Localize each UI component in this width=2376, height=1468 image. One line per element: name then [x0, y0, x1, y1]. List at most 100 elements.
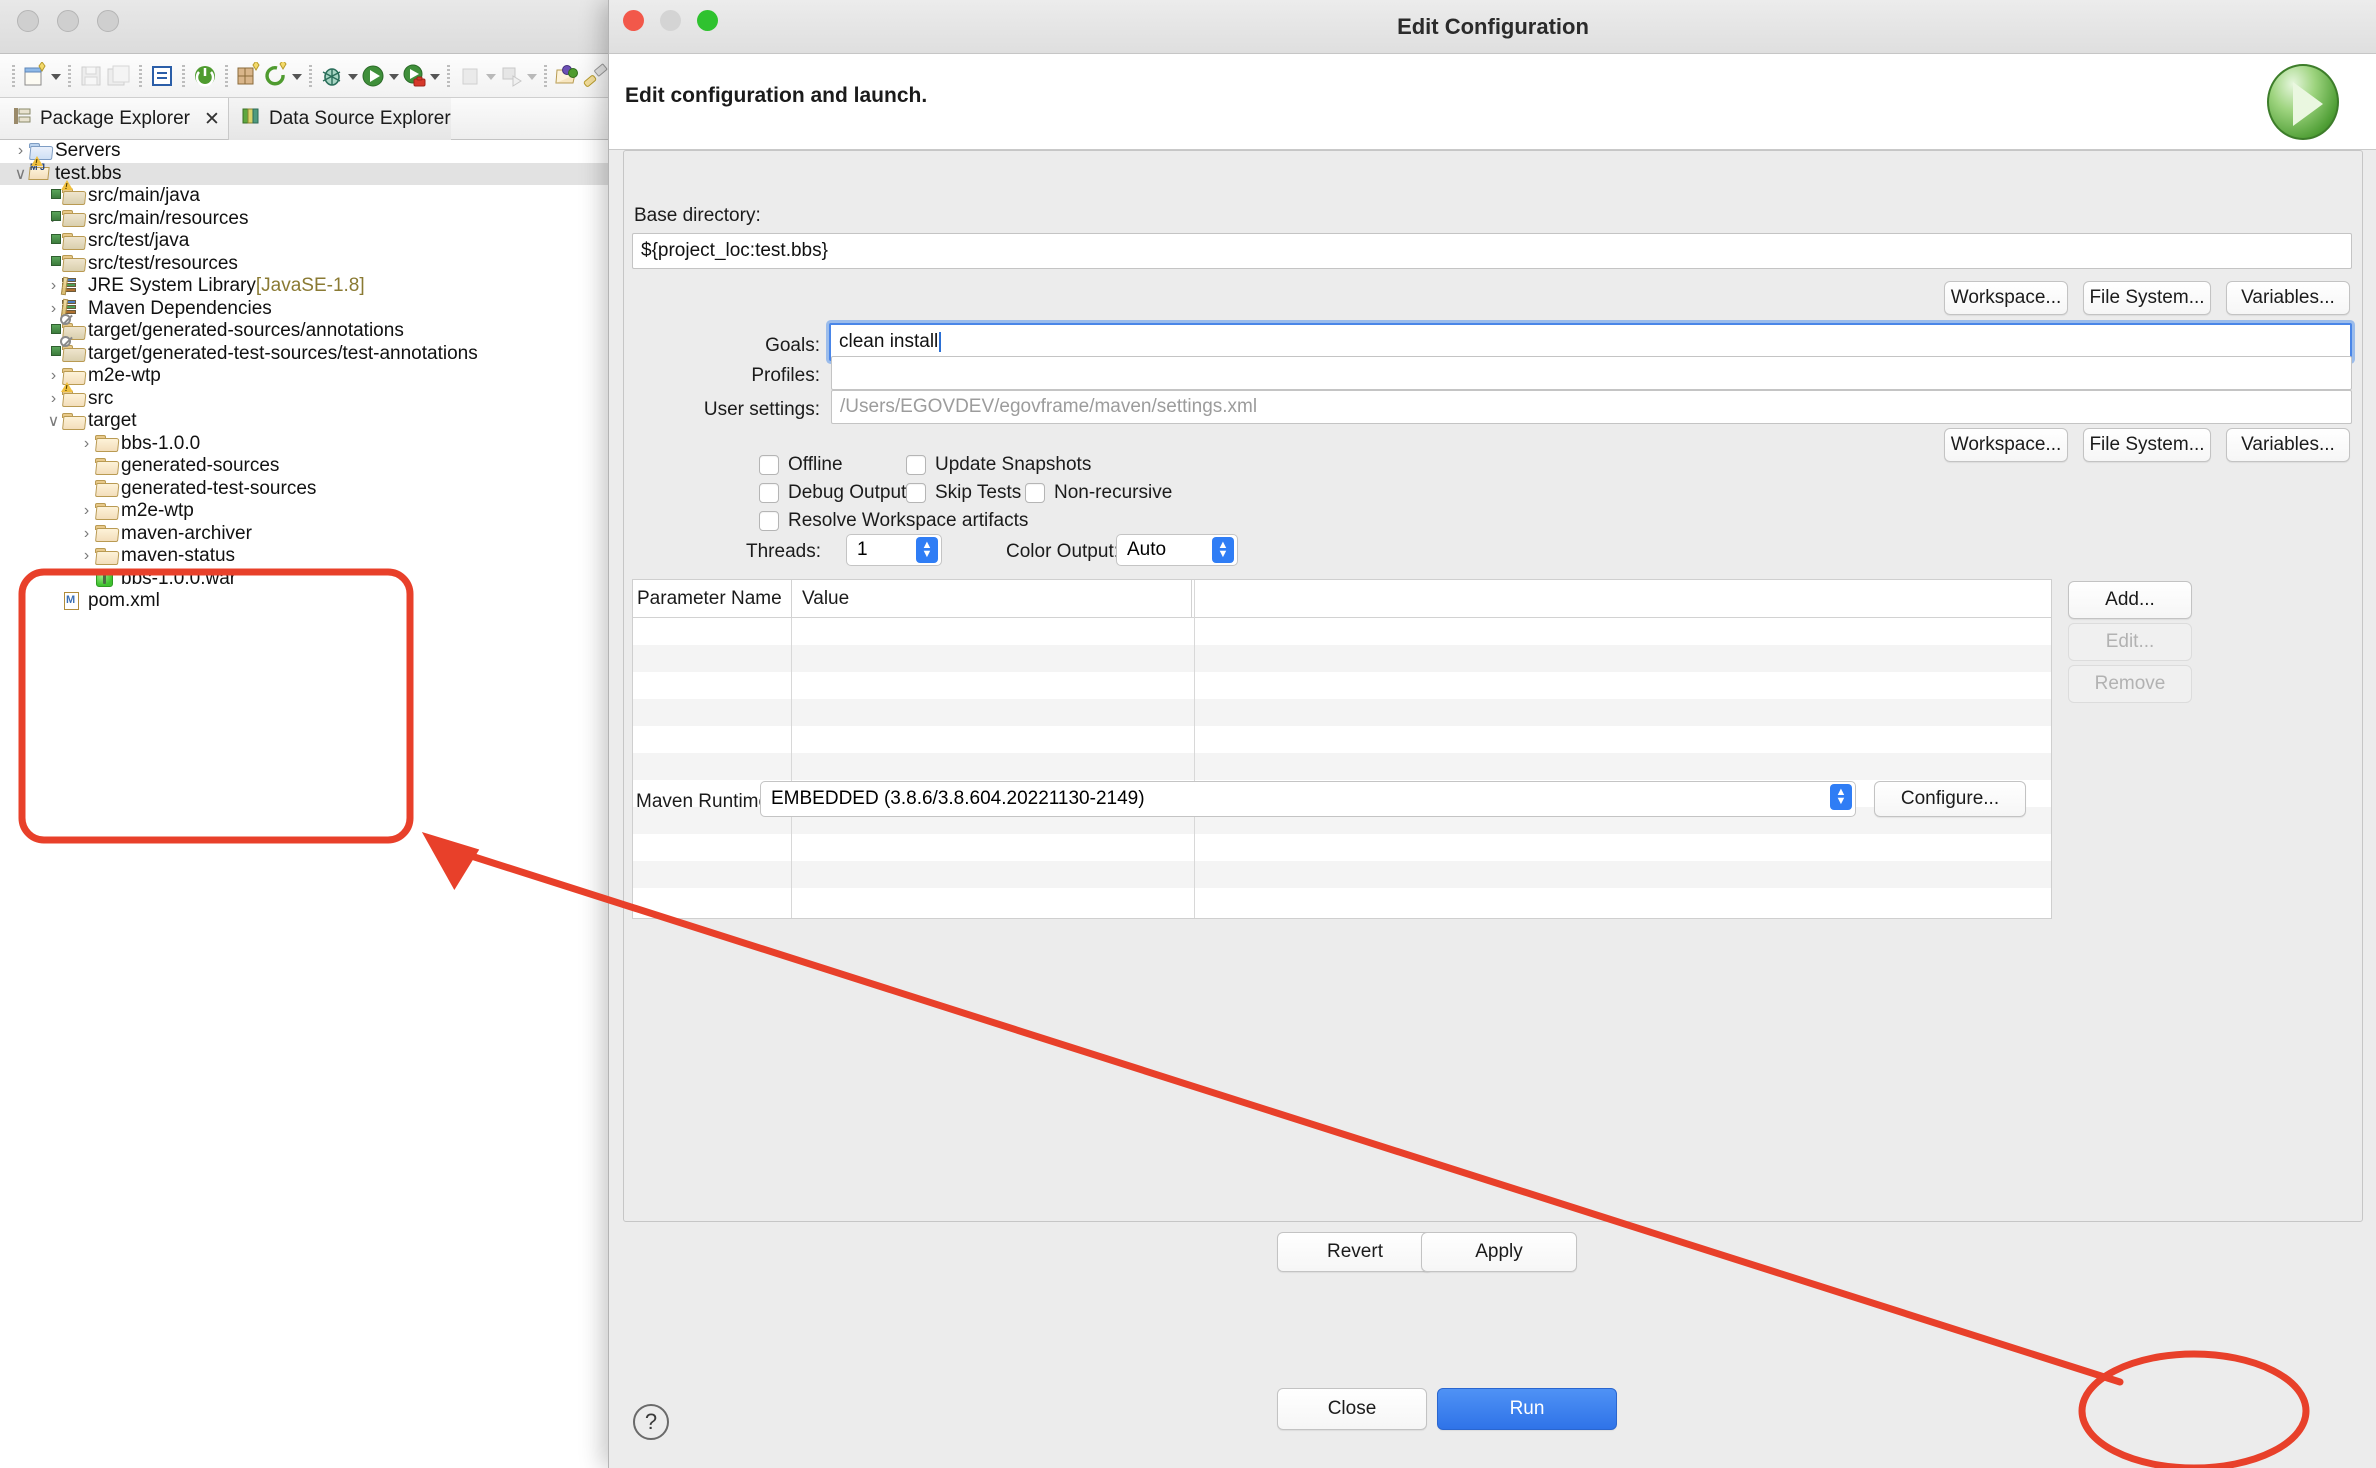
debug-icon[interactable]	[318, 62, 346, 90]
pom-file-icon: M	[62, 592, 84, 611]
open-type-icon[interactable]	[553, 62, 581, 90]
add-parameter-button[interactable]: Add...	[2068, 581, 2192, 619]
ide-window-controls[interactable]	[17, 10, 119, 32]
base-directory-workspace-button[interactable]: Workspace...	[1944, 281, 2068, 315]
checkbox-skip-tests-box[interactable]	[906, 483, 926, 503]
tree-twisty-icon[interactable]: ›	[12, 142, 29, 160]
tree-twisty-icon[interactable]: ›	[45, 300, 62, 318]
table-row[interactable]	[633, 645, 2051, 672]
user-settings-filesystem-button[interactable]: File System...	[2083, 428, 2211, 462]
color-output-value: Auto	[1127, 539, 1166, 561]
checkbox-offline[interactable]: Offline	[759, 454, 843, 476]
checkbox-debug-output-box[interactable]	[759, 483, 779, 503]
color-output-select[interactable]: Auto ▲▼	[1116, 534, 1238, 566]
checkbox-non-recursive-label: Non-recursive	[1054, 482, 1172, 504]
table-body[interactable]	[633, 618, 2051, 915]
tree-item-sublabel: [JavaSE-1.8]	[256, 275, 365, 297]
maven-runtime-select[interactable]: EMBEDDED (3.8.6/3.8.604.20221130-2149) ▲…	[760, 781, 1856, 817]
dialog-minimize-button[interactable]	[660, 10, 681, 31]
table-row[interactable]	[633, 834, 2051, 861]
checkbox-update-snapshots[interactable]: Update Snapshots	[906, 454, 1091, 476]
close-button[interactable]: Close	[1277, 1388, 1427, 1430]
run-coverage-icon[interactable]	[400, 62, 428, 90]
checkbox-offline-box[interactable]	[759, 455, 779, 475]
checkbox-skip-tests-label: Skip Tests	[935, 482, 1021, 504]
text-caret	[939, 332, 941, 352]
tab-data-source-explorer-label: Data Source Explorer	[269, 108, 451, 130]
parameters-table[interactable]: Parameter Name Value	[632, 579, 2052, 919]
checkbox-resolve-workspace-artifacts[interactable]: Resolve Workspace artifacts	[759, 510, 1028, 532]
threads-stepper-arrows[interactable]: ▲▼	[916, 537, 938, 563]
folder-icon	[95, 524, 117, 543]
profiles-label: Profiles:	[698, 365, 820, 387]
refresh-restart-dropdown[interactable]	[290, 62, 303, 90]
debug-dropdown[interactable]	[346, 62, 359, 90]
maven-runtime-arrows[interactable]: ▲▼	[1830, 784, 1852, 810]
table-row[interactable]	[633, 618, 2051, 645]
new-wizard-dropdown[interactable]	[49, 62, 62, 90]
checkbox-update-snapshots-box[interactable]	[906, 455, 926, 475]
tree-twisty-icon[interactable]: ›	[45, 277, 62, 295]
table-row[interactable]	[633, 699, 2051, 726]
checkbox-non-recursive[interactable]: Non-recursive	[1025, 482, 1172, 504]
ide-minimize-button[interactable]	[57, 10, 79, 32]
tree-twisty-icon[interactable]: ∨	[12, 164, 29, 184]
user-settings-workspace-button[interactable]: Workspace...	[1944, 428, 2068, 462]
tree-twisty-icon[interactable]: ›	[45, 367, 62, 385]
tree-twisty-icon[interactable]: ›	[78, 525, 95, 543]
dialog-maximize-button[interactable]	[697, 10, 718, 31]
base-directory-variables-button[interactable]: Variables...	[2226, 281, 2350, 315]
tree-twisty-icon[interactable]: ∨	[45, 411, 62, 431]
table-row[interactable]	[633, 672, 2051, 699]
profiles-input[interactable]	[831, 356, 2352, 390]
table-row[interactable]	[633, 888, 2051, 915]
checkbox-skip-tests[interactable]: Skip Tests	[906, 482, 1021, 504]
help-icon[interactable]: ?	[633, 1404, 669, 1440]
revert-button[interactable]: Revert	[1277, 1232, 1433, 1272]
run-icon[interactable]	[359, 62, 387, 90]
base-directory-filesystem-button[interactable]: File System...	[2083, 281, 2211, 315]
tree-twisty-icon[interactable]: ›	[45, 390, 62, 408]
ide-close-button[interactable]	[17, 10, 39, 32]
base-directory-input[interactable]: ${project_loc:test.bbs}	[632, 233, 2352, 269]
table-row[interactable]	[633, 861, 2051, 888]
folder-warn-icon	[62, 389, 84, 408]
checkbox-non-recursive-box[interactable]	[1025, 483, 1045, 503]
run-button[interactable]: Run	[1437, 1388, 1617, 1430]
dialog-window-controls[interactable]	[623, 10, 718, 31]
new-wizard-icon[interactable]	[21, 62, 49, 90]
user-settings-input[interactable]: /Users/EGOVDEV/egovframe/maven/settings.…	[831, 390, 2352, 424]
checkbox-debug-output[interactable]: Debug Output	[759, 482, 906, 504]
checkbox-resolve-workspace-artifacts-box[interactable]	[759, 511, 779, 531]
table-header-row: Parameter Name Value	[633, 580, 2051, 618]
goals-label: Goals:	[698, 335, 820, 357]
refresh-restart-icon[interactable]	[262, 62, 290, 90]
dialog-close-button[interactable]	[623, 10, 644, 31]
user-settings-variables-button[interactable]: Variables...	[2226, 428, 2350, 462]
table-row[interactable]	[633, 753, 2051, 780]
folder-icon	[95, 547, 117, 566]
tree-twisty-icon[interactable]: ›	[78, 547, 95, 565]
spring-boot-icon[interactable]	[191, 62, 219, 90]
toggle-console-icon[interactable]	[148, 62, 176, 90]
tree-item-label: src	[88, 388, 113, 410]
tree-twisty-icon[interactable]: ›	[78, 502, 95, 520]
configure-runtime-button[interactable]: Configure...	[1874, 781, 2026, 817]
tree-twisty-icon[interactable]: ›	[78, 435, 95, 453]
column-extra	[1191, 580, 2051, 618]
table-row[interactable]	[633, 726, 2051, 753]
run-dropdown[interactable]	[387, 62, 400, 90]
ide-maximize-button[interactable]	[97, 10, 119, 32]
new-server-icon[interactable]	[234, 62, 262, 90]
maven-runtime-value: EMBEDDED (3.8.6/3.8.604.20221130-2149)	[771, 788, 1145, 810]
tab-package-explorer[interactable]: Package Explorer ✕	[12, 98, 220, 140]
close-icon[interactable]: ✕	[204, 108, 220, 131]
search-icon[interactable]	[581, 62, 609, 90]
base-directory-label: Base directory:	[634, 205, 761, 227]
tab-data-source-explorer[interactable]: Data Source Explorer	[228, 98, 451, 140]
color-output-arrows[interactable]: ▲▼	[1212, 537, 1234, 563]
apply-button[interactable]: Apply	[1421, 1232, 1577, 1272]
threads-stepper[interactable]: 1 ▲▼	[846, 534, 942, 566]
threads-label: Threads:	[746, 541, 821, 563]
run-coverage-dropdown[interactable]	[428, 62, 441, 90]
